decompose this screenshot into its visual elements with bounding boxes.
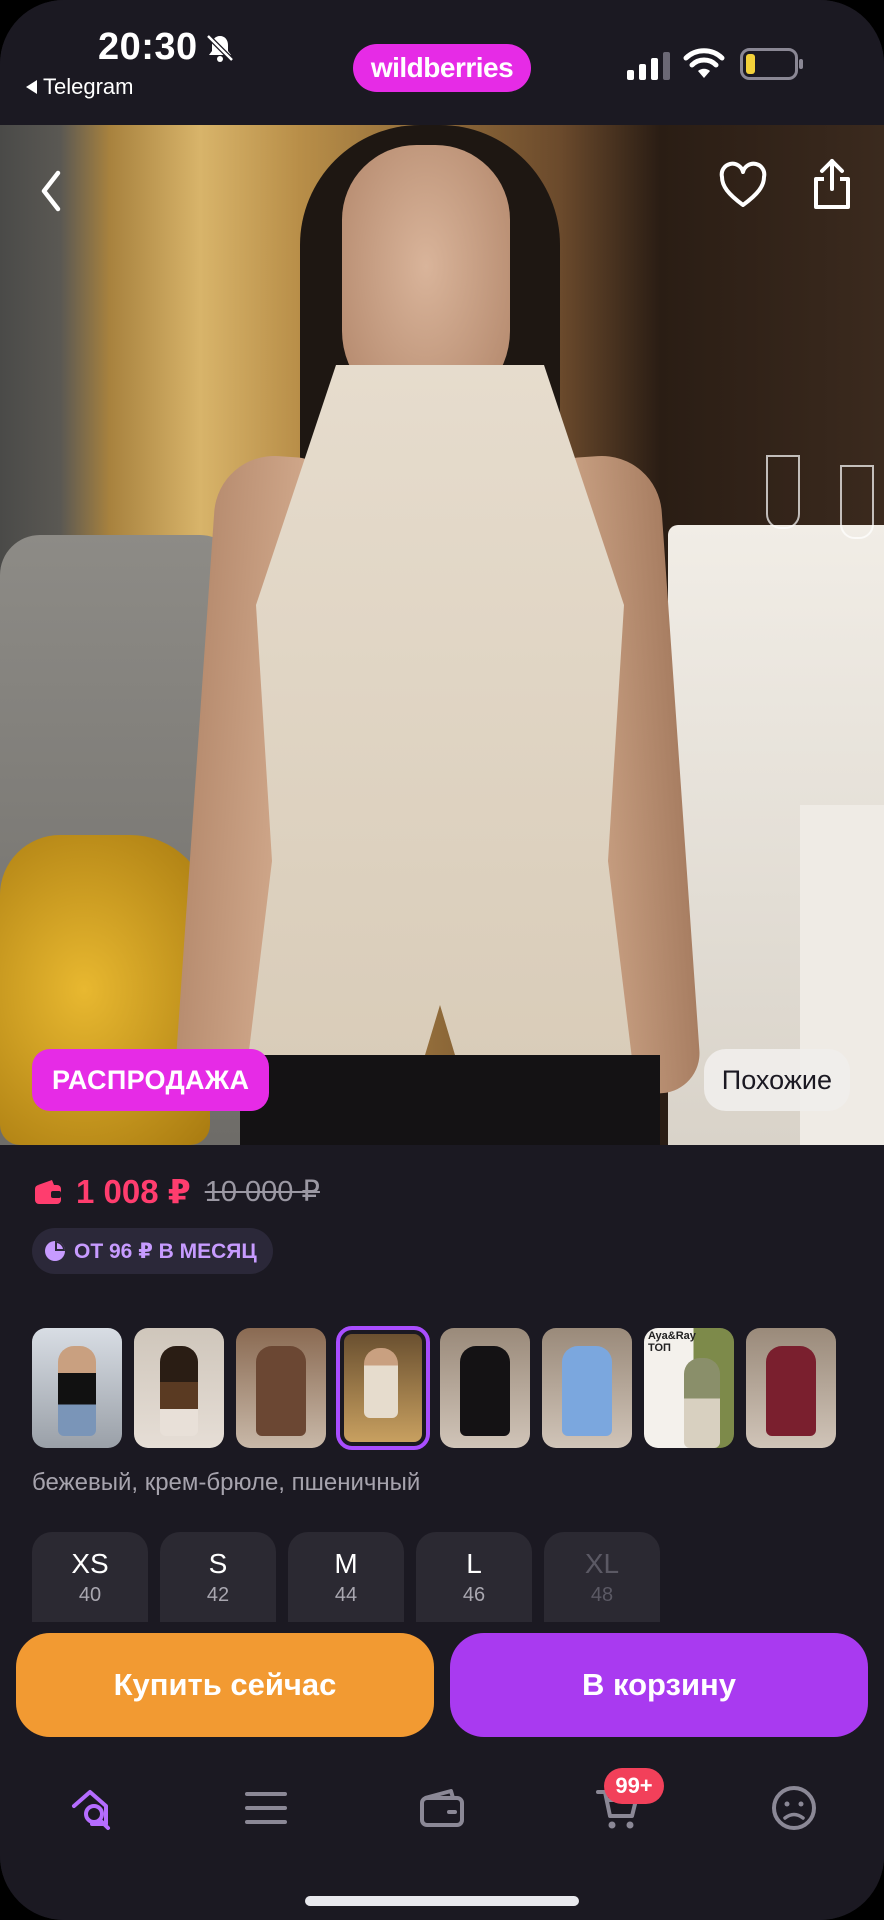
add-to-cart-button[interactable]: В корзину bbox=[450, 1633, 868, 1737]
brand-logo: wildberries bbox=[353, 44, 531, 92]
wallet-price-icon bbox=[35, 1179, 61, 1204]
color-variant-thumb[interactable] bbox=[542, 1328, 632, 1448]
color-variant-thumb[interactable] bbox=[440, 1328, 530, 1448]
buy-now-button[interactable]: Купить сейчас bbox=[16, 1633, 434, 1737]
bottom-nav: 99+ bbox=[0, 1748, 884, 1920]
back-arrow-icon bbox=[26, 80, 37, 94]
color-name: бежевый, крем-брюле, пшеничный bbox=[32, 1469, 421, 1496]
share-icon[interactable] bbox=[808, 157, 856, 211]
size-option-m[interactable]: M 44 bbox=[288, 1532, 404, 1622]
price-row: 1 008 ₽ 10 000 ₽ bbox=[34, 1172, 320, 1211]
old-price: 10 000 ₽ bbox=[204, 1176, 320, 1208]
app-screen: 20:30 Telegram wildberries РАСПРОДАЖА По… bbox=[0, 0, 884, 1920]
menu-icon bbox=[245, 1792, 287, 1824]
battery-icon bbox=[740, 48, 803, 80]
installment-badge[interactable]: ОТ 96 ₽ В МЕСЯЦ bbox=[32, 1228, 273, 1274]
home-indicator bbox=[305, 1896, 579, 1906]
back-to-app-link[interactable]: Telegram bbox=[26, 74, 133, 100]
nav-catalog[interactable] bbox=[238, 1780, 294, 1836]
color-variant-thumb[interactable] bbox=[746, 1328, 836, 1448]
nav-profile[interactable] bbox=[766, 1780, 822, 1836]
search-home-icon bbox=[72, 1790, 110, 1830]
sale-badge[interactable]: РАСПРОДАЖА bbox=[32, 1049, 270, 1111]
back-chevron-icon[interactable] bbox=[36, 165, 68, 217]
bell-off-icon bbox=[206, 34, 234, 62]
similar-button[interactable]: Похожие bbox=[703, 1049, 850, 1111]
signal-icon bbox=[627, 52, 670, 80]
back-app-label: Telegram bbox=[43, 74, 134, 99]
product-photo[interactable]: РАСПРОДАЖА Похожие bbox=[0, 125, 884, 1145]
thumb-brand-text: Aya&Ray bbox=[648, 1330, 696, 1342]
installment-label: ОТ 96 ₽ В МЕСЯЦ bbox=[74, 1239, 257, 1263]
color-variant-thumb-selected[interactable] bbox=[336, 1326, 430, 1450]
pie-chart-icon bbox=[45, 1241, 65, 1261]
color-variant-thumb[interactable]: Aya&Ray ТОП bbox=[644, 1328, 734, 1448]
color-variant-thumb[interactable] bbox=[236, 1328, 326, 1448]
cart-count-badge: 99+ bbox=[604, 1768, 664, 1804]
size-option-xl[interactable]: XL 48 bbox=[544, 1532, 660, 1622]
size-option-s[interactable]: S 42 bbox=[160, 1532, 276, 1622]
size-option-l[interactable]: L 46 bbox=[416, 1532, 532, 1622]
color-variant-thumb[interactable] bbox=[32, 1328, 122, 1448]
nav-wallet[interactable] bbox=[414, 1780, 470, 1836]
profile-icon bbox=[772, 1786, 816, 1830]
wallet-icon bbox=[420, 1789, 464, 1827]
favorite-heart-icon[interactable] bbox=[718, 161, 768, 211]
size-selector: XS 40 S 42 M 44 L 46 XL 48 bbox=[32, 1532, 660, 1622]
current-price: 1 008 ₽ bbox=[76, 1173, 191, 1210]
status-bar: 20:30 Telegram wildberries bbox=[0, 0, 884, 125]
color-variant-thumb[interactable] bbox=[134, 1328, 224, 1448]
color-variants: Aya&Ray ТОП bbox=[32, 1326, 836, 1450]
nav-home[interactable] bbox=[64, 1780, 120, 1836]
size-option-xs[interactable]: XS 40 bbox=[32, 1532, 148, 1622]
thumb-type-text: ТОП bbox=[648, 1342, 671, 1354]
wifi-icon bbox=[683, 48, 725, 78]
status-time: 20:30 bbox=[98, 26, 198, 68]
